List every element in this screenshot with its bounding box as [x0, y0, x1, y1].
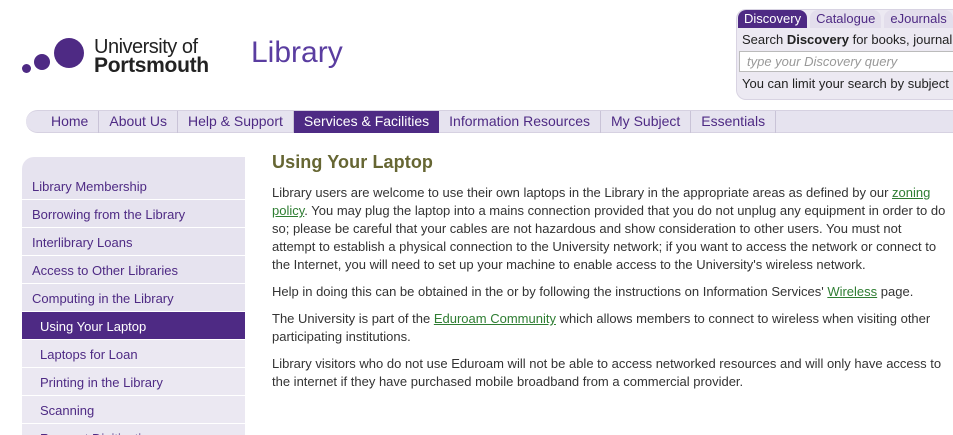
- paragraph-visitors: Library visitors who do not use Eduroam …: [272, 356, 942, 389]
- help-text-a: Help in doing this can be obtained in th…: [272, 284, 828, 299]
- search-description: Search Discovery for books, journal: [742, 32, 952, 47]
- paragraph-eduroam: The University is part of the Eduroam Co…: [272, 310, 947, 346]
- sidebar-item-library-membership[interactable]: Library Membership: [22, 172, 245, 200]
- wireless-link[interactable]: Wireless: [827, 284, 877, 299]
- nav-help-support[interactable]: Help & Support: [178, 111, 294, 133]
- search-tabs: Discovery Catalogue eJournals: [738, 10, 953, 28]
- sidebar-item-request-digitisation[interactable]: Request Digitisation: [22, 424, 245, 435]
- eduroam-text-a: The University is part of the: [272, 311, 434, 326]
- intro-text-b: . You may plug the laptop into a mains c…: [272, 203, 946, 272]
- sidebar-item-using-your-laptop[interactable]: Using Your Laptop: [22, 312, 245, 340]
- nav-information-resources[interactable]: Information Resources: [439, 111, 602, 133]
- logo-dot-small: [22, 64, 31, 73]
- sidebar-item-interlibrary-loans[interactable]: Interlibrary Loans: [22, 228, 245, 256]
- paragraph-intro: Library users are welcome to use their o…: [272, 184, 947, 274]
- main-content: Using Your Laptop Library users are welc…: [272, 152, 947, 400]
- nav-about-us[interactable]: About Us: [99, 111, 178, 133]
- nav-essentials[interactable]: Essentials: [691, 111, 777, 133]
- sidebar-item-laptops-for-loan[interactable]: Laptops for Loan: [22, 340, 245, 368]
- logo-text-line2: Portsmouth: [94, 54, 209, 77]
- logo-dot-large: [54, 38, 84, 68]
- page-title: Using Your Laptop: [272, 152, 434, 172]
- sidebar-nav: Library Membership Borrowing from the Li…: [22, 157, 245, 435]
- search-tab-catalogue[interactable]: Catalogue: [810, 10, 882, 28]
- sidebar-item-other-libraries[interactable]: Access to Other Libraries: [22, 256, 245, 284]
- university-logo[interactable]: University of Portsmouth: [22, 36, 232, 78]
- sidebar-item-scanning[interactable]: Scanning: [22, 396, 245, 424]
- sidebar-item-printing[interactable]: Printing in the Library: [22, 368, 245, 396]
- sidebar-item-borrowing[interactable]: Borrowing from the Library: [22, 200, 245, 228]
- intro-text-a: Library users are welcome to use their o…: [272, 185, 893, 200]
- paragraph-help: Help in doing this can be obtained in th…: [272, 283, 947, 301]
- search-limit-text: You can limit your search by subject: [742, 76, 949, 91]
- search-desc-suffix: for books, journal: [848, 32, 953, 47]
- eduroam-community-link[interactable]: Eduroam Community: [434, 311, 556, 326]
- discovery-search-input[interactable]: [739, 51, 953, 72]
- search-desc-bold: Discovery: [786, 32, 849, 47]
- nav-services-facilities[interactable]: Services & Facilities: [293, 111, 440, 133]
- main-nav: Home About Us Help & Support Services & …: [26, 110, 953, 133]
- logo-dot-medium: [34, 54, 50, 70]
- nav-home[interactable]: Home: [41, 111, 100, 133]
- nav-my-subject[interactable]: My Subject: [601, 111, 692, 133]
- sidebar-item-computing[interactable]: Computing in the Library: [22, 284, 245, 312]
- search-panel: Discovery Catalogue eJournals Search Dis…: [736, 9, 953, 100]
- help-text-b: page.: [877, 284, 914, 299]
- search-tab-discovery[interactable]: Discovery: [738, 10, 808, 28]
- search-desc-prefix: Search: [742, 32, 787, 47]
- library-title: Library: [251, 36, 343, 69]
- search-tab-ejournals[interactable]: eJournals: [884, 10, 953, 28]
